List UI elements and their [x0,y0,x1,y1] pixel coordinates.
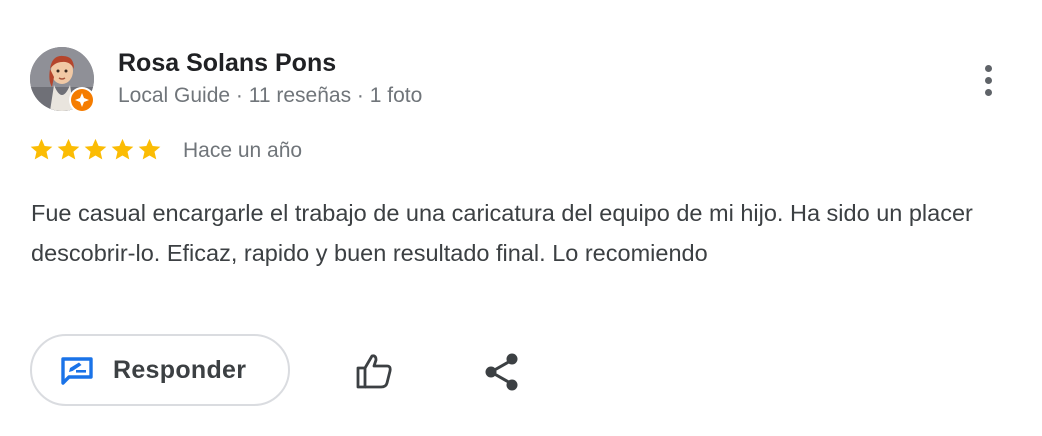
reviewer-name[interactable]: Rosa Solans Pons [118,49,336,78]
reviewer-meta: Local Guide · 11 reseñas · 1 foto [118,84,423,107]
star-icon [84,138,107,160]
star-icon [138,138,161,160]
more-options-button[interactable] [970,60,1006,100]
thumb-up-icon [356,354,392,389]
star-icon [30,138,53,160]
more-vert-icon [984,64,992,96]
review-text: Fue casual encargarle el trabajo de una … [31,200,973,266]
like-button[interactable] [353,350,395,392]
star-icon [111,138,134,160]
local-guide-badge-icon [69,87,95,113]
share-icon [485,353,518,391]
share-button[interactable] [483,352,521,392]
reply-button[interactable]: Responder [30,334,290,406]
star-icon [57,138,80,160]
review-date: Hace un año [183,139,303,162]
star-rating [29,137,162,162]
reply-button-label: Responder [113,356,247,384]
reply-icon [59,355,95,387]
